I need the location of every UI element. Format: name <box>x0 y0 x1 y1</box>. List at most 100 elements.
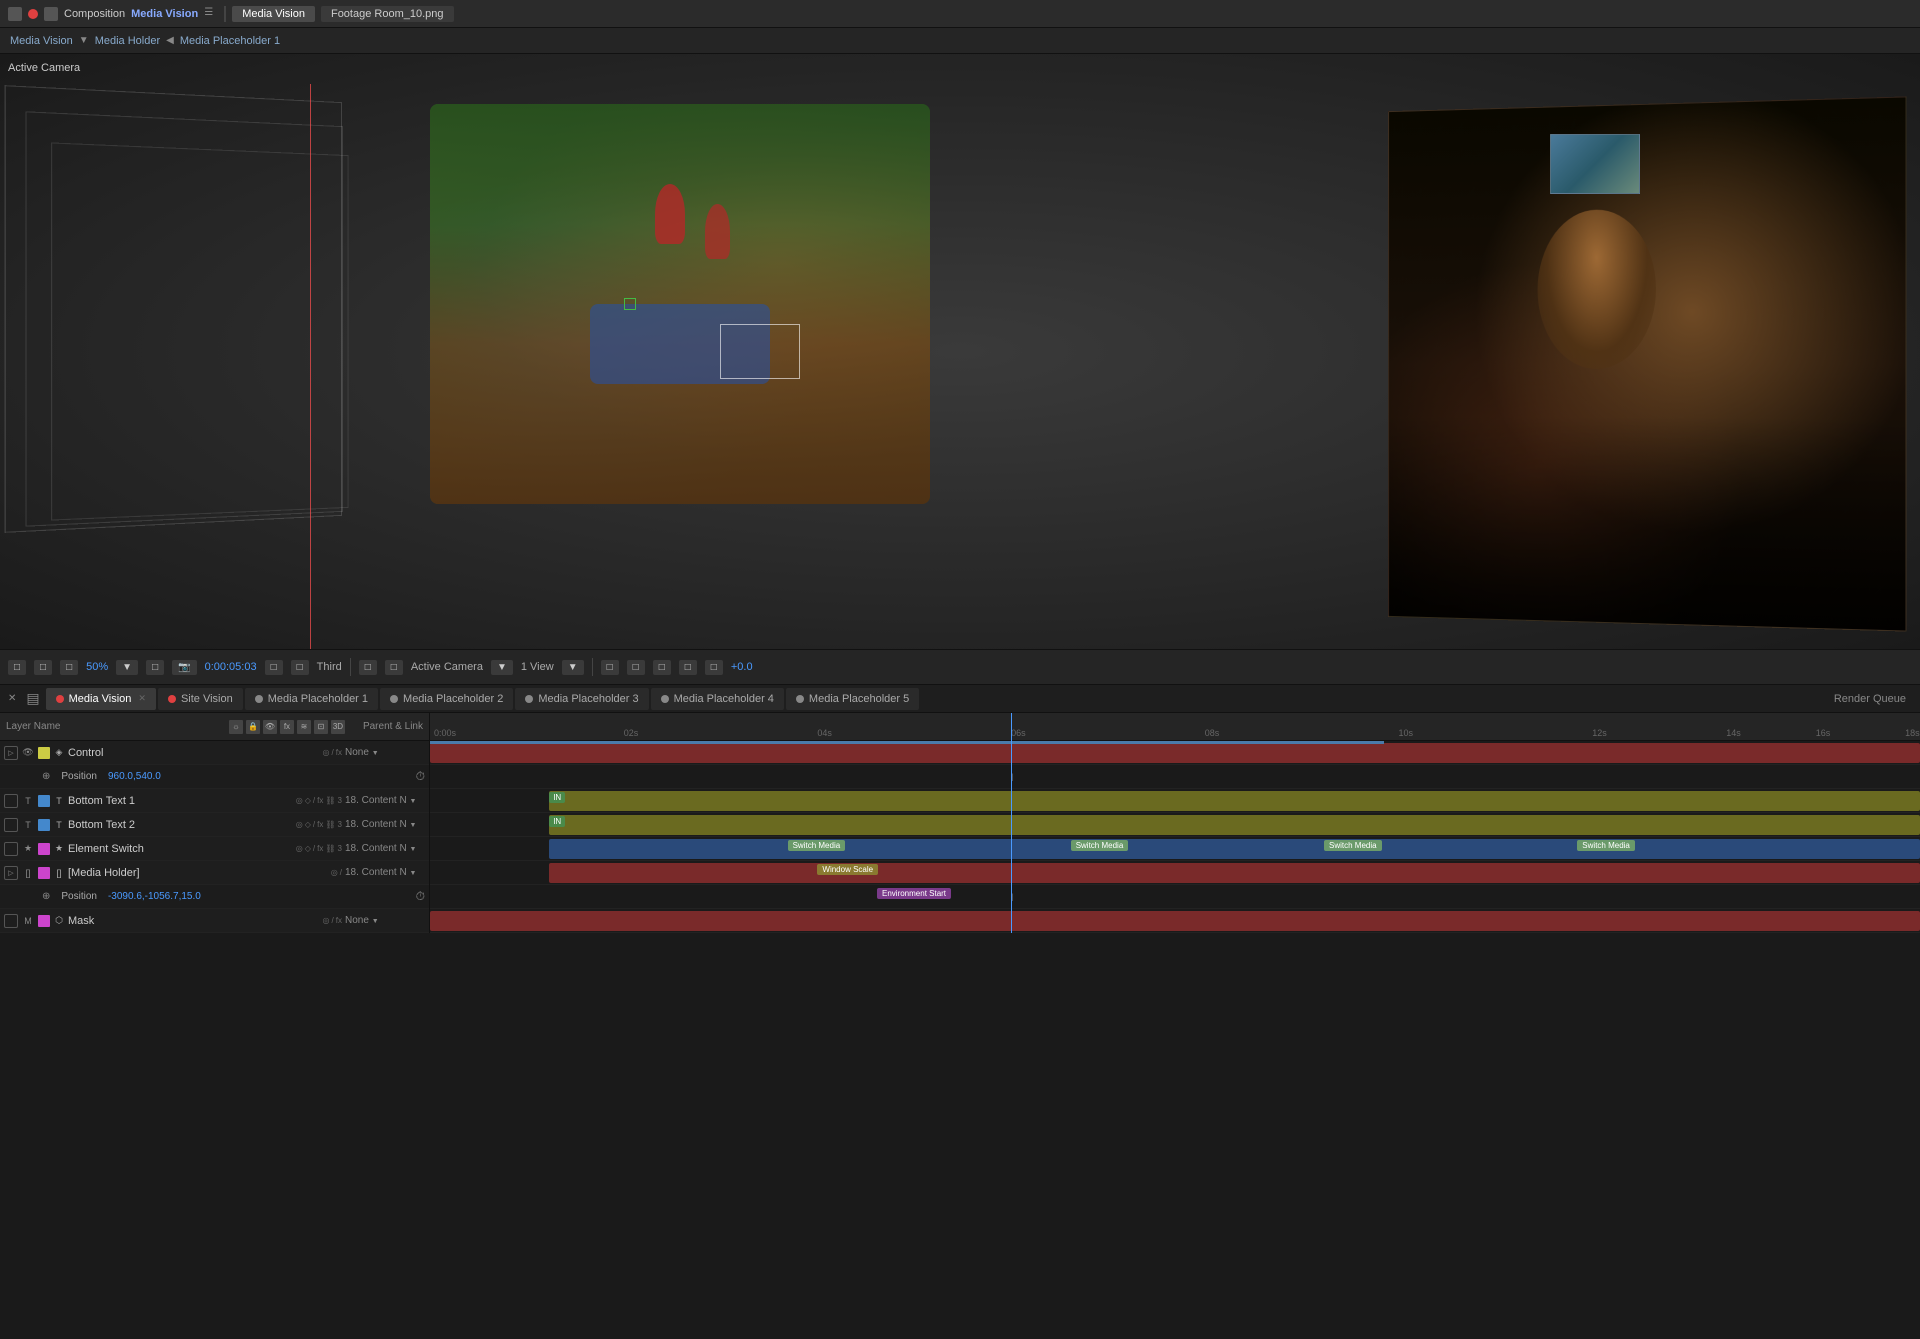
ctrl-btn-dropdown[interactable]: ▼ <box>491 660 513 675</box>
breadcrumb-media-vision[interactable]: Media Vision <box>10 35 73 47</box>
mask-solo-icon[interactable]: ◎ <box>323 916 330 925</box>
layer-icon-lock[interactable]: / <box>332 748 334 757</box>
layer-bottom-text-1[interactable]: T T Bottom Text 1 ◎ ◇ / fx ⛓ 3 18. Conte… <box>0 789 429 813</box>
clip-bt2-main[interactable] <box>549 815 1920 835</box>
layer-position-2[interactable]: ⊕ Position -3090.6,-1056.7,15.0 ⏱ <box>0 885 429 909</box>
stopwatch-icon-1[interactable]: ⏱ <box>416 769 425 784</box>
tab-footage[interactable]: Footage Room_10.png <box>321 6 454 22</box>
tab-list-btn[interactable]: ▤ <box>22 690 43 707</box>
ctrl-btn-7[interactable]: □ <box>601 660 619 675</box>
tab-placeholder-3[interactable]: Media Placeholder 3 <box>515 688 648 710</box>
layer-parent-bt2[interactable]: 18. Content N ▼ <box>345 819 425 830</box>
es-solo-icon[interactable]: ◎ <box>296 844 303 853</box>
tab-placeholder-1[interactable]: Media Placeholder 1 <box>245 688 378 710</box>
layer-bottom-text-2[interactable]: T T Bottom Text 2 ◎ ◇ / fx ⛓ 3 18. Conte… <box>0 813 429 837</box>
bt2-chain-icon[interactable]: ⛓ <box>325 820 335 829</box>
layer-view-icon[interactable]: 👁 <box>263 720 277 734</box>
tab-placeholder-5[interactable]: Media Placeholder 5 <box>786 688 919 710</box>
layer-fx-icon[interactable]: fx <box>280 720 294 734</box>
clip-control[interactable] <box>430 743 1920 763</box>
bt2-diamond-icon[interactable]: ◇ <box>305 820 311 829</box>
bt2-lock-icon[interactable]: / <box>313 820 315 829</box>
ctrl-btn-view2[interactable]: □ <box>385 660 403 675</box>
es-diamond-icon[interactable]: ◇ <box>305 844 311 853</box>
layer-parent-mh[interactable]: 18. Content N ▼ <box>345 867 425 878</box>
layer-expand-es[interactable] <box>4 842 18 856</box>
ctrl-btn-6[interactable]: □ <box>291 660 309 675</box>
layer-eye-control[interactable]: 👁 <box>21 746 35 760</box>
layer-eye-bt2[interactable]: T <box>21 818 35 832</box>
ctrl-btn-10[interactable]: □ <box>679 660 697 675</box>
clip-bt1-main[interactable] <box>549 791 1920 811</box>
ctrl-btn-view[interactable]: □ <box>359 660 377 675</box>
es-lock-icon[interactable]: / <box>313 844 315 853</box>
bt2-solo-icon[interactable]: ◎ <box>296 820 303 829</box>
layer-expand-bt1[interactable] <box>4 794 18 808</box>
ctrl-btn-11[interactable]: □ <box>705 660 723 675</box>
bt1-solo-icon[interactable]: ◎ <box>296 796 303 805</box>
tab-placeholder-4[interactable]: Media Placeholder 4 <box>651 688 784 710</box>
bt1-3d-icon[interactable]: 3 <box>338 796 342 805</box>
layer-icon-fx[interactable]: fx <box>336 748 342 757</box>
mask-lock-icon[interactable]: / <box>332 916 334 925</box>
layer-eye-es[interactable]: ★ <box>21 842 35 856</box>
breadcrumb-media-holder[interactable]: Media Holder <box>95 35 160 47</box>
tab-media-vision[interactable]: Media Vision ✕ <box>46 688 156 710</box>
mh-solo-icon[interactable]: ◎ <box>331 868 338 877</box>
layer-eye-mh[interactable]: [] <box>21 866 35 880</box>
mask-fx-icon[interactable]: fx <box>336 916 342 925</box>
clip-es-bg[interactable] <box>549 839 1920 859</box>
layer-icon-solo[interactable]: ◎ <box>323 748 330 757</box>
layer-motion-icon[interactable]: ≋ <box>297 720 311 734</box>
layer-expand-mask[interactable] <box>4 914 18 928</box>
es-chain-icon[interactable]: ⛓ <box>325 844 335 853</box>
layer-expand-control[interactable]: ▷ <box>4 746 18 760</box>
layer-mask[interactable]: M ⬡ Mask ◎ / fx None ▼ <box>0 909 429 933</box>
tab-site-vision[interactable]: Site Vision <box>158 688 243 710</box>
layer-parent-control[interactable]: None ▼ <box>345 747 425 758</box>
layer-eye-mask[interactable]: M <box>21 914 35 928</box>
layer-lock-icon[interactable]: 🔒 <box>246 720 260 734</box>
ctrl-btn-layout-dd[interactable]: ▼ <box>562 660 584 675</box>
layer-expand-bt2[interactable] <box>4 818 18 832</box>
ctrl-btn-2[interactable]: □ <box>34 660 52 675</box>
stopwatch-icon-2[interactable]: ⏱ <box>416 889 425 904</box>
layer-3d-icon[interactable]: 3D <box>331 720 345 734</box>
bt2-3d-icon[interactable]: 3 <box>338 820 342 829</box>
menu-icon[interactable]: ☰ <box>204 7 218 21</box>
layer-control[interactable]: ▷ 👁 ◈ Control ◎ / fx None ▼ <box>0 741 429 765</box>
layer-solo-icon[interactable]: ☼ <box>229 720 243 734</box>
layer-parent-es[interactable]: 18. Content N ▼ <box>345 843 425 854</box>
layer-parent-mask[interactable]: None ▼ <box>345 915 425 926</box>
bt1-lock-icon[interactable]: / <box>313 796 315 805</box>
layer-eye-bt1[interactable]: T <box>21 794 35 808</box>
render-queue-tab[interactable]: Render Queue <box>1824 693 1916 705</box>
layer-parent-bt1[interactable]: 18. Content N ▼ <box>345 795 425 806</box>
tab-close-media-vision[interactable]: ✕ <box>138 693 146 704</box>
bt1-diamond-icon[interactable]: ◇ <box>305 796 311 805</box>
layer-media-holder[interactable]: ▷ [] [] [Media Holder] ◎ / 18. Content N… <box>0 861 429 885</box>
layer-element-switch[interactable]: ★ ★ Element Switch ◎ ◇ / fx ⛓ 3 18. Cont… <box>0 837 429 861</box>
ctrl-btn-3[interactable]: □ <box>60 660 78 675</box>
layer-expand-mh[interactable]: ▷ <box>4 866 18 880</box>
tab-placeholder-2[interactable]: Media Placeholder 2 <box>380 688 513 710</box>
playhead[interactable] <box>1011 713 1012 933</box>
record-button[interactable] <box>28 9 38 19</box>
breadcrumb-media-placeholder-1[interactable]: Media Placeholder 1 <box>180 35 280 47</box>
ctrl-btn-zoom[interactable]: ▼ <box>116 660 138 675</box>
bt1-fx-icon[interactable]: fx <box>317 796 323 805</box>
tab-media-vision[interactable]: Media Vision <box>232 6 315 22</box>
ctrl-btn-camera[interactable]: 📷 <box>172 660 196 675</box>
mh-lock-icon[interactable]: / <box>340 868 342 877</box>
es-fx-icon[interactable]: fx <box>317 844 323 853</box>
ctrl-btn-1[interactable]: □ <box>8 660 26 675</box>
bt2-fx-icon[interactable]: fx <box>317 820 323 829</box>
close-all-btn[interactable]: ✕ <box>4 693 20 704</box>
ctrl-btn-4[interactable]: □ <box>146 660 164 675</box>
clip-mask[interactable] <box>430 911 1920 931</box>
es-3d-icon[interactable]: 3 <box>338 844 342 853</box>
ctrl-btn-9[interactable]: □ <box>653 660 671 675</box>
ctrl-btn-8[interactable]: □ <box>627 660 645 675</box>
layer-position-1[interactable]: ⊕ Position 960.0,540.0 ⏱ <box>0 765 429 789</box>
layer-adjust-icon[interactable]: ⊡ <box>314 720 328 734</box>
